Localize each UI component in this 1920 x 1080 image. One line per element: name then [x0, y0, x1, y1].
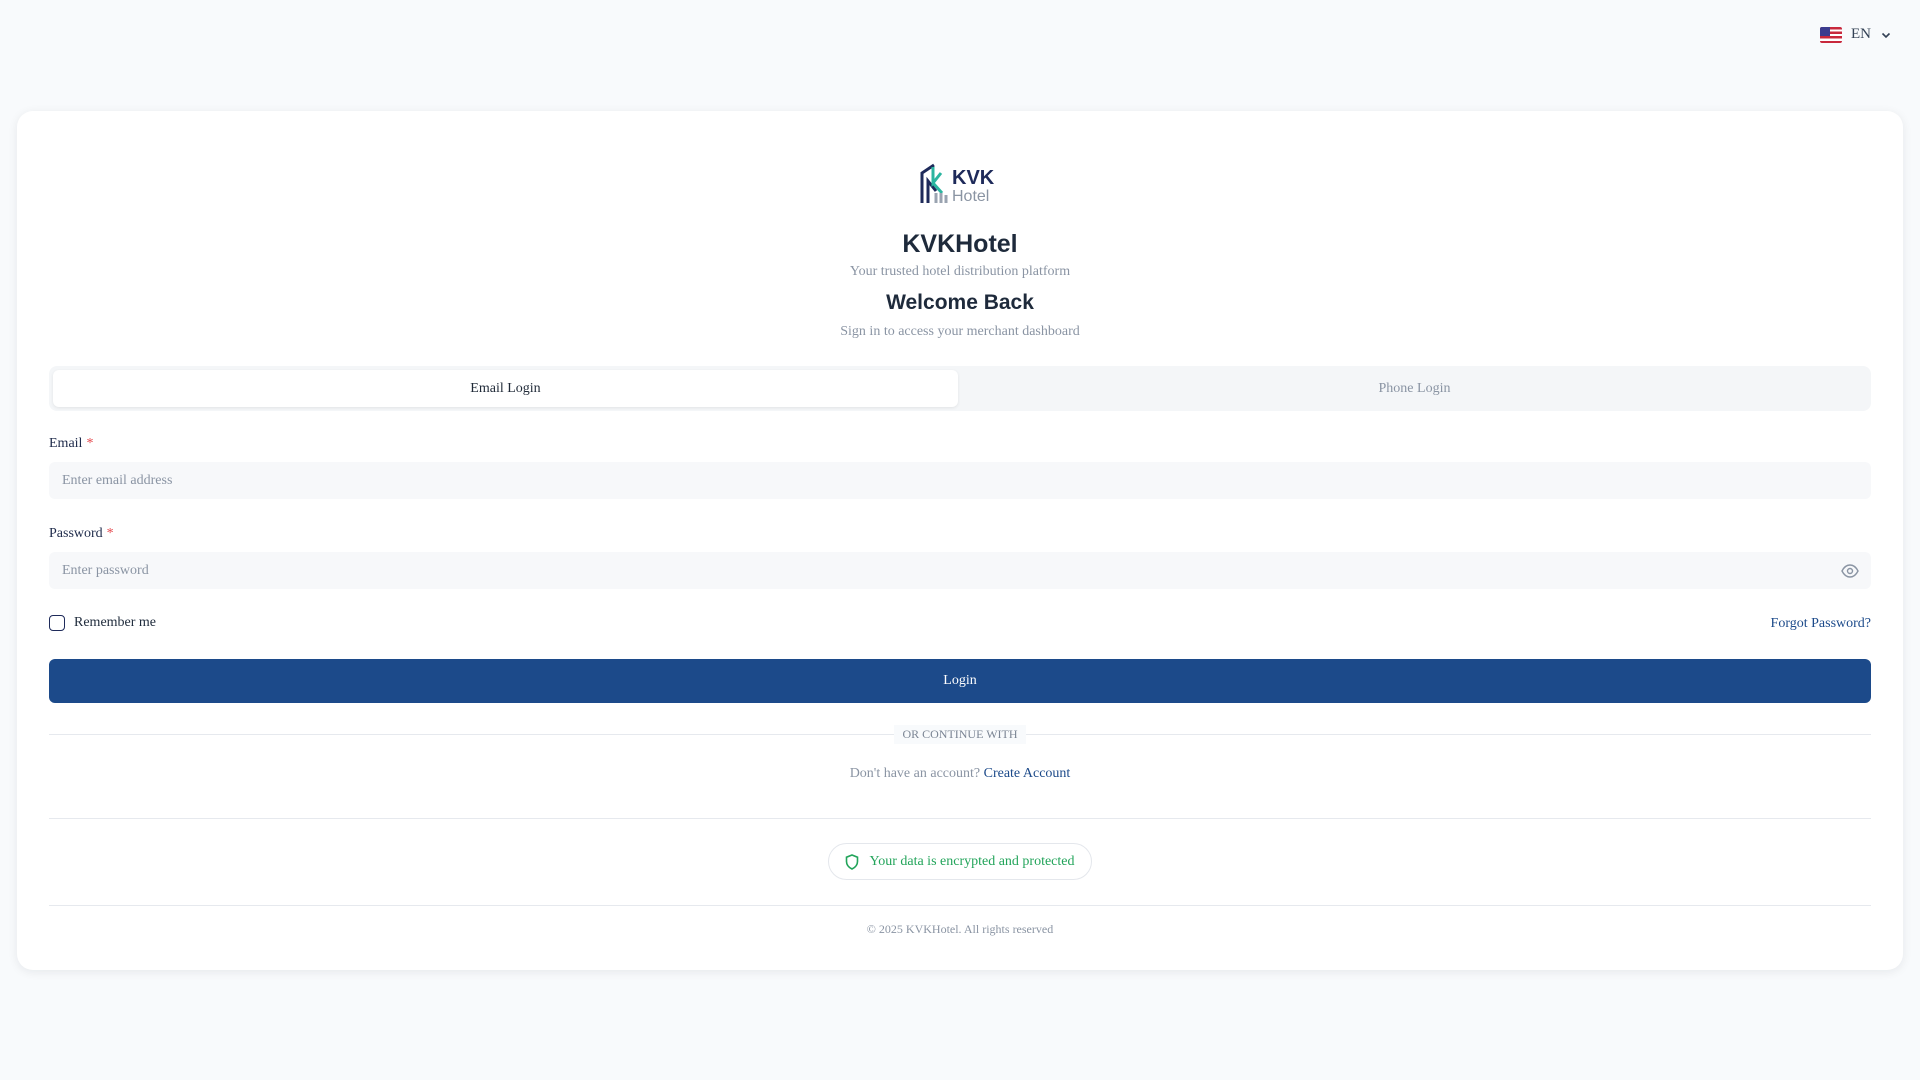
password-label: Password *	[49, 526, 114, 542]
chevron-down-icon	[1881, 32, 1891, 38]
or-continue-text: OR CONTINUE WITH	[894, 725, 1026, 744]
email-label: Email *	[49, 436, 93, 452]
security-text: Your data is encrypted and protected	[869, 853, 1075, 869]
required-mark: *	[106, 526, 114, 541]
page-title: Welcome Back	[886, 291, 1034, 314]
required-mark: *	[86, 436, 94, 451]
login-button[interactable]: Login	[49, 659, 1871, 703]
us-flag-icon	[1820, 26, 1842, 43]
language-selector[interactable]: EN	[1820, 26, 1892, 43]
signup-prompt-text: Don't have an account?	[849, 766, 981, 781]
email-input[interactable]	[49, 462, 1871, 499]
copyright: © 2025 KVKHotel. All rights reserved	[866, 922, 1054, 936]
signup-prompt: Don't have an account? Create Account	[17, 766, 1903, 782]
divider	[49, 818, 1871, 819]
remember-checkbox[interactable]	[49, 615, 65, 631]
create-account-link[interactable]: Create Account	[984, 766, 1071, 781]
security-badge: Your data is encrypted and protected	[828, 843, 1092, 880]
divider	[49, 905, 1871, 906]
remember-label: Remember me	[74, 615, 157, 630]
tab-email-login[interactable]: Email Login	[53, 370, 958, 407]
eye-icon[interactable]	[1841, 563, 1859, 579]
forgot-password-link[interactable]: Forgot Password?	[1771, 616, 1871, 632]
tab-phone-login[interactable]: Phone Login	[962, 370, 1867, 407]
or-divider: OR CONTINUE WITH	[17, 725, 1903, 744]
login-card: KVK Hotel KVKHotel Your trusted hotel di…	[17, 111, 1903, 970]
brand-tagline: Your trusted hotel distribution platform	[849, 264, 1071, 279]
language-code: EN	[1851, 26, 1871, 42]
password-input[interactable]	[49, 552, 1871, 589]
login-method-tabs: Email Login Phone Login	[49, 366, 1871, 411]
remember-me[interactable]: Remember me	[49, 615, 156, 631]
svg-text:Hotel: Hotel	[952, 188, 989, 205]
shield-icon	[846, 853, 859, 870]
brand-name: KVKHotel	[902, 230, 1018, 258]
page-subtitle: Sign in to access your merchant dashboar…	[840, 324, 1080, 339]
svg-text:KVK: KVK	[952, 167, 995, 189]
kvk-hotel-logo: KVK Hotel	[920, 163, 995, 205]
password-label-text: Password	[49, 526, 103, 541]
email-label-text: Email	[49, 436, 83, 451]
